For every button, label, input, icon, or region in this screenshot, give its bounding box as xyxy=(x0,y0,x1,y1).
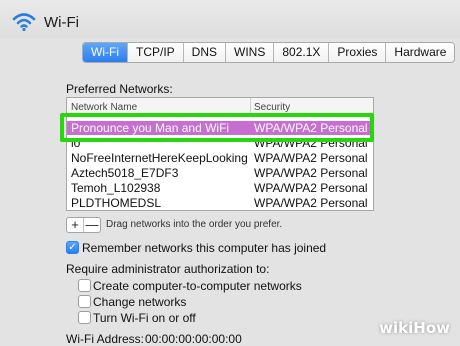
wifi-address-label: Wi-Fi Address: xyxy=(66,332,145,346)
network-security: WPA/WPA2 Personal xyxy=(254,121,368,135)
column-security[interactable]: Security xyxy=(254,102,290,113)
network-name: PLDTHOMEDSL xyxy=(71,196,162,210)
network-security: WPA/WPA2 Personal xyxy=(254,181,368,195)
tab-hardware[interactable]: Hardware xyxy=(386,43,455,62)
tab-proxies[interactable]: Proxies xyxy=(329,43,387,62)
network-security: WPA/WPA2 Personal xyxy=(254,136,368,150)
list-edit-buttons: + — xyxy=(66,217,101,233)
network-name: Pronounce you Man and WiFi xyxy=(71,121,230,135)
create-c2c-label[interactable]: Create computer-to-computer networks xyxy=(93,279,302,293)
create-c2c-checkbox[interactable] xyxy=(78,279,91,292)
drag-hint: Drag networks into the order you prefer. xyxy=(106,219,283,230)
change-networks-checkbox[interactable] xyxy=(78,295,91,308)
tab-bar: Wi-Fi TCP/IP DNS WINS 802.1X Proxies Har… xyxy=(82,42,456,63)
network-security: WPA/WPA2 Personal xyxy=(254,166,368,180)
turn-wifi-checkbox[interactable] xyxy=(78,311,91,324)
network-row[interactable]: Aztech5018_E7DF3 WPA/WPA2 Personal xyxy=(67,166,373,180)
preferred-networks-list[interactable]: Network Name Security Pronounce you Man … xyxy=(66,97,374,211)
wifi-address-value: 00:00:00:00:00:00 xyxy=(145,332,242,346)
network-name: Aztech5018_E7DF3 xyxy=(71,166,179,180)
tab-8021x[interactable]: 802.1X xyxy=(274,43,330,62)
column-divider xyxy=(250,98,251,114)
network-row[interactable]: NoFreeInternetHereKeepLooking WPA/WPA2 P… xyxy=(67,151,373,165)
wifi-icon xyxy=(12,13,36,32)
tab-wins[interactable]: WINS xyxy=(226,43,275,62)
list-header: Network Name Security xyxy=(67,98,373,115)
network-security: WPA/WPA2 Personal xyxy=(254,151,368,165)
remember-networks-checkbox[interactable]: ✓ xyxy=(66,241,79,254)
title-bar: Wi-Fi xyxy=(0,0,460,38)
network-security: WPA/WPA2 Personal xyxy=(254,196,368,210)
network-name: NoFreeInternetHereKeepLooking xyxy=(71,151,248,165)
network-row[interactable]: Temoh_L102938 WPA/WPA2 Personal xyxy=(67,181,373,195)
network-row[interactable]: Pronounce you Man and WiFi WPA/WPA2 Pers… xyxy=(67,121,373,135)
tab-dns[interactable]: DNS xyxy=(183,43,226,62)
network-name: Temoh_L102938 xyxy=(71,181,161,195)
tab-tcp-ip[interactable]: TCP/IP xyxy=(127,43,184,62)
remember-networks-label[interactable]: Remember networks this computer has join… xyxy=(82,241,326,255)
window-title: Wi-Fi xyxy=(44,14,79,31)
network-name: io xyxy=(71,136,81,150)
network-row[interactable]: io WPA/WPA2 Personal xyxy=(67,136,373,150)
tab-wifi[interactable]: Wi-Fi xyxy=(83,43,128,62)
preferred-networks-heading: Preferred Networks: xyxy=(66,82,173,96)
admin-auth-heading: Require administrator authorization to: xyxy=(66,262,270,276)
wikihow-watermark: wikiHow xyxy=(379,319,450,337)
change-networks-label[interactable]: Change networks xyxy=(93,295,186,309)
add-network-button[interactable]: + xyxy=(67,218,84,232)
column-network-name[interactable]: Network Name xyxy=(71,102,137,113)
remove-network-button[interactable]: — xyxy=(84,218,100,232)
turn-wifi-label[interactable]: Turn Wi-Fi on or off xyxy=(93,311,196,325)
network-row[interactable]: PLDTHOMEDSL WPA/WPA2 Personal xyxy=(67,196,373,210)
